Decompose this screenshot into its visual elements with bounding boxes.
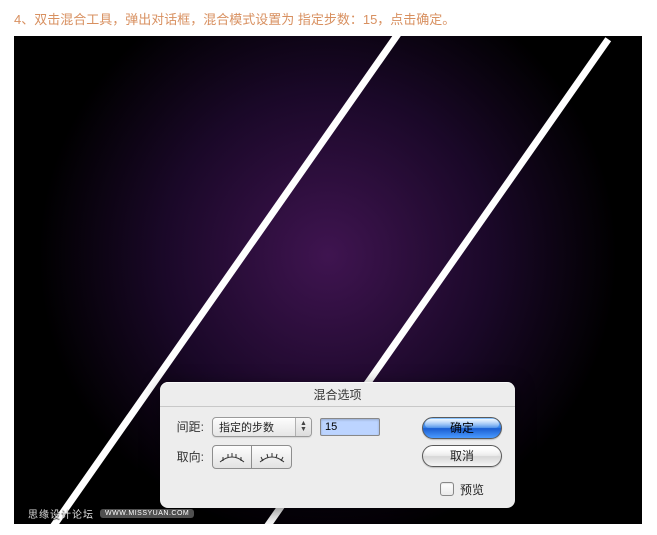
cancel-button[interactable]: 取消	[422, 445, 502, 467]
spacing-value-input[interactable]: 15	[320, 418, 380, 436]
orientation-align-path-button[interactable]	[252, 445, 292, 469]
stepper-arrows-icon[interactable]: ▲▼	[295, 418, 311, 436]
watermark: 思缘设计论坛 WWW.MISSYUAN.COM	[28, 506, 194, 521]
orientation-group	[212, 445, 292, 469]
blend-options-dialog: 混合选项 间距: 指定的步数 ▲▼ 15 取向:	[160, 382, 515, 508]
watermark-site: 思缘设计论坛	[28, 506, 94, 521]
orientation-row: 取向:	[172, 445, 419, 469]
align-path-icon	[258, 450, 286, 464]
canvas: 混合选项 间距: 指定的步数 ▲▼ 15 取向:	[14, 36, 642, 524]
dialog-title: 混合选项	[160, 382, 515, 407]
spacing-label: 间距:	[172, 418, 204, 435]
instruction-text: 4、双击混合工具，弹出对话框，混合模式设置为 指定步数：15，点击确定。	[0, 0, 657, 36]
preview-label: 预览	[460, 481, 484, 498]
dialog-body: 间距: 指定的步数 ▲▼ 15 取向:	[160, 407, 515, 508]
watermark-url: WWW.MISSYUAN.COM	[100, 509, 194, 518]
orientation-align-page-button[interactable]	[212, 445, 252, 469]
spacing-mode-select[interactable]: 指定的步数 ▲▼	[212, 417, 312, 437]
align-page-icon	[218, 450, 246, 464]
ok-button[interactable]: 确定	[422, 417, 502, 439]
spacing-row: 间距: 指定的步数 ▲▼ 15	[172, 417, 419, 437]
preview-row: 预览	[440, 481, 484, 498]
preview-checkbox[interactable]	[440, 482, 454, 496]
spacing-mode-value: 指定的步数	[219, 419, 274, 435]
orientation-label: 取向:	[172, 448, 204, 465]
